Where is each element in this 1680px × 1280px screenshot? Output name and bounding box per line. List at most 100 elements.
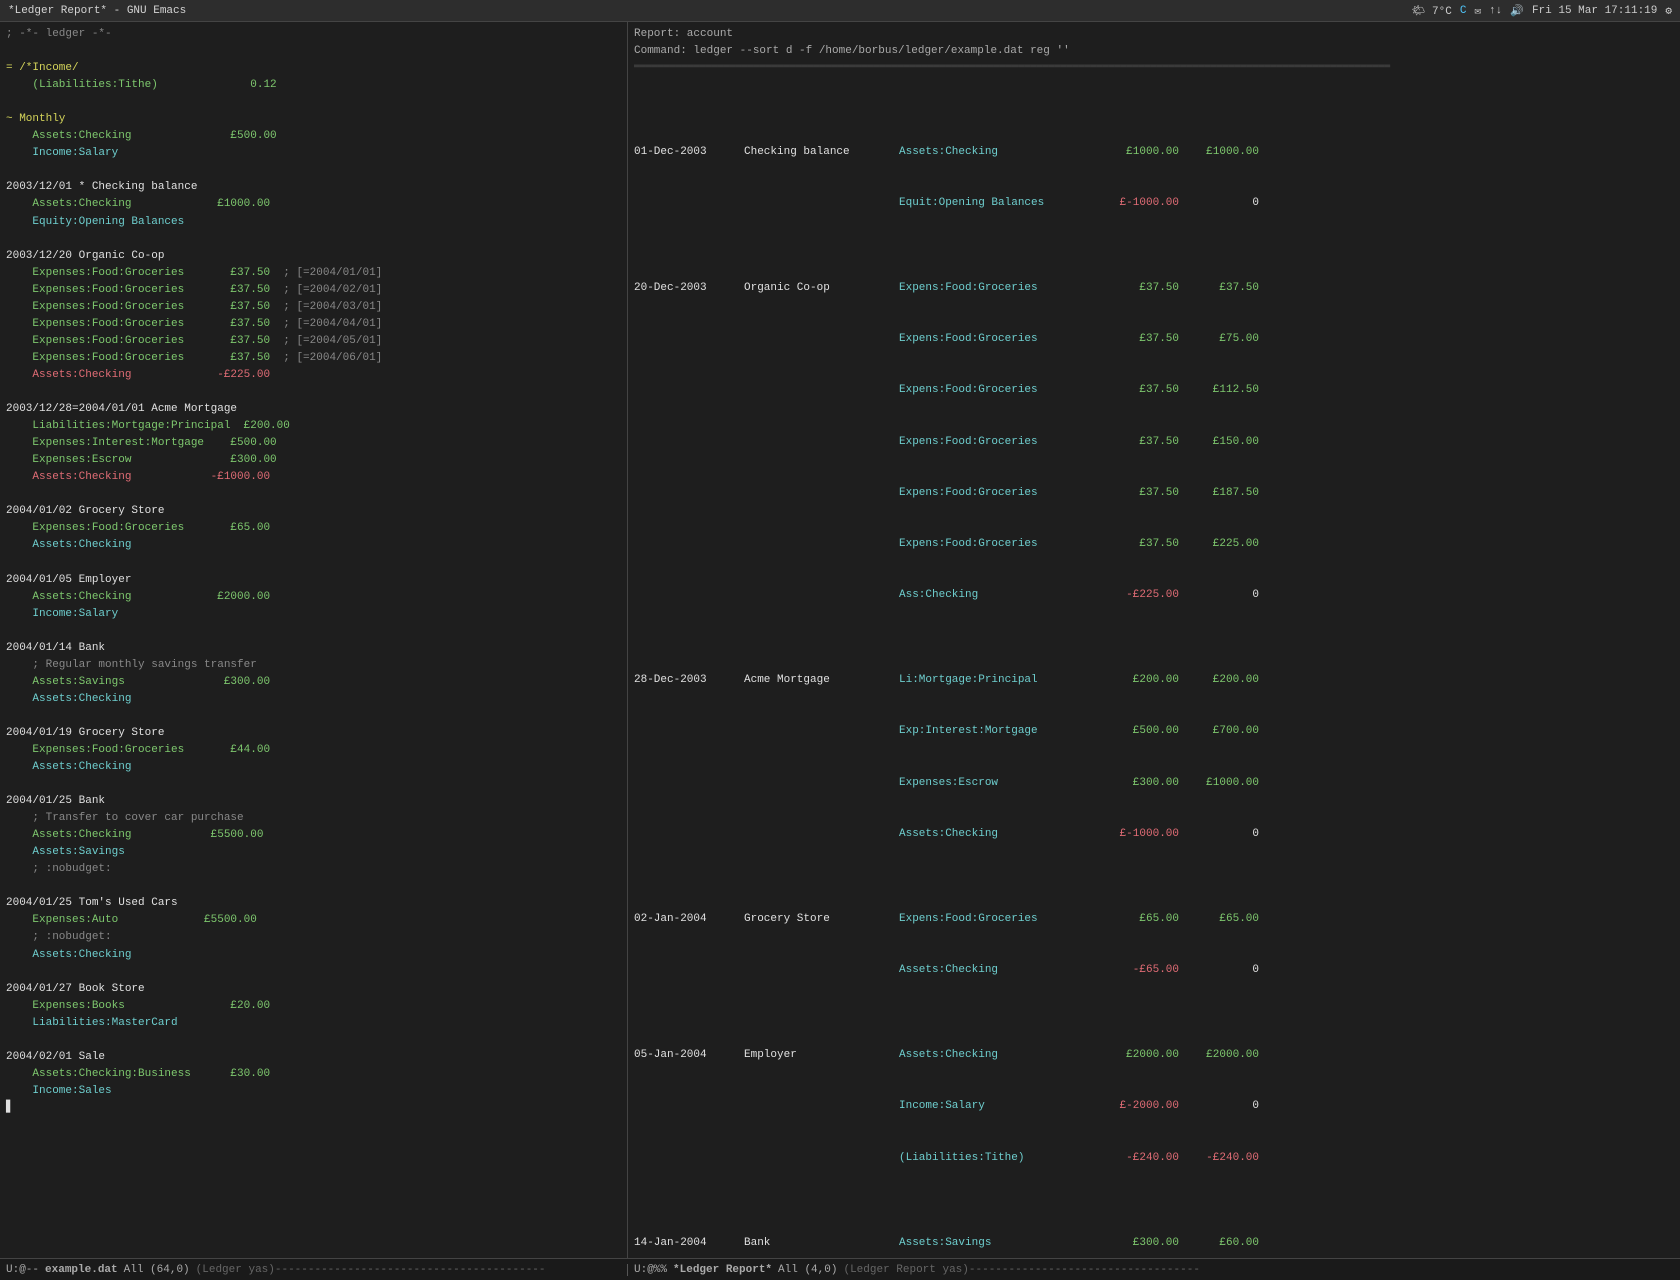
code-line: ; :nobudget: — [6, 861, 621, 878]
code-line: 2003/12/28=2004/01/01 Acme Mortgage — [6, 401, 621, 418]
window-title: *Ledger Report* - GNU Emacs — [8, 5, 186, 17]
table-row: Expens:Food:Groceries £37.50 £112.50 — [634, 382, 1674, 399]
table-row: 28-Dec-2003 Acme Mortgage Li:Mortgage:Pr… — [634, 672, 1674, 689]
code-line: Assets:Checking — [6, 537, 621, 554]
code-line: Expenses:Food:Groceries £37.50 ; [=2004/… — [6, 350, 621, 367]
code-line: Assets:Checking £500.00 — [6, 128, 621, 145]
code-line: Assets:Checking -£225.00 — [6, 367, 621, 384]
code-line — [6, 623, 621, 640]
code-line: 2004/01/19 Grocery Store — [6, 725, 621, 742]
code-line: Liabilities:Mortgage:Principal £200.00 — [6, 418, 621, 435]
code-line: ~ Monthly — [6, 111, 621, 128]
code-line: Income:Salary — [6, 606, 621, 623]
code-line: Equity:Opening Balances — [6, 214, 621, 231]
statusbar: U:@-- example.dat All (64,0) (Ledger yas… — [0, 1258, 1680, 1280]
code-line — [6, 708, 621, 725]
code-line — [6, 964, 621, 981]
table-row: Exp:Interest:Mortgage £500.00 £700.00 — [634, 723, 1674, 740]
code-line: Assets:Checking — [6, 759, 621, 776]
code-line — [6, 231, 621, 248]
right-report-pane: Report: account Command: ledger --sort d… — [628, 22, 1680, 1258]
code-line — [6, 1032, 621, 1049]
code-line: Assets:Checking £5500.00 — [6, 827, 621, 844]
code-line: Assets:Checking £1000.00 — [6, 196, 621, 213]
table-row: Income:Salary £-2000.00 0 — [634, 1098, 1674, 1115]
code-line: Assets:Checking — [6, 947, 621, 964]
network-icon: ↑↓ — [1489, 5, 1502, 17]
statusbar-info-left: All (64,0) — [124, 1264, 190, 1276]
code-line: = /*Income/ — [6, 60, 621, 77]
statusbar-right: U:@%% *Ledger Report* All (4,0) (Ledger … — [628, 1264, 1680, 1276]
code-line: ; :nobudget: — [6, 929, 621, 946]
code-line: Expenses:Food:Groceries £37.50 ; [=2004/… — [6, 333, 621, 350]
table-row: Expens:Food:Groceries £37.50 £150.00 — [634, 434, 1674, 451]
table-row: Expens:Food:Groceries £37.50 £225.00 — [634, 536, 1674, 553]
code-line: (Liabilities:Tithe) 0.12 — [6, 77, 621, 94]
code-line: Expenses:Food:Groceries £37.50 ; [=2004/… — [6, 282, 621, 299]
code-line: Assets:Checking:Business £30.00 — [6, 1066, 621, 1083]
code-line: 2004/01/05 Employer — [6, 572, 621, 589]
email-icon: ✉ — [1474, 4, 1481, 18]
code-line — [6, 776, 621, 793]
report-table: 01-Dec-2003 Checking balance Assets:Chec… — [634, 76, 1674, 1258]
code-line — [6, 384, 621, 401]
left-editor-pane[interactable]: ; -*- ledger -*- = /*Income/ (Liabilitie… — [0, 22, 628, 1258]
statusbar-mode-left: U:@-- — [6, 1264, 39, 1276]
statusbar-left: U:@-- example.dat All (64,0) (Ledger yas… — [0, 1264, 628, 1276]
report-header-line2: Command: ledger --sort d -f /home/borbus… — [634, 43, 1674, 60]
statusbar-filename-right: *Ledger Report* — [673, 1264, 772, 1276]
code-line: ; Transfer to cover car purchase — [6, 810, 621, 827]
statusbar-filename-left: example.dat — [45, 1264, 118, 1276]
table-row: Ass:Checking -£225.00 0 — [634, 587, 1674, 604]
code-line — [6, 486, 621, 503]
refresh-icon[interactable]: C — [1460, 5, 1467, 17]
code-line: 2004/02/01 Sale — [6, 1049, 621, 1066]
code-line: Expenses:Interest:Mortgage £500.00 — [6, 435, 621, 452]
statusbar-extra-right: (Ledger Report yas)---------------------… — [843, 1264, 1199, 1276]
code-line — [6, 554, 621, 571]
code-line: ; Regular monthly savings transfer — [6, 657, 621, 674]
code-line: Income:Salary — [6, 145, 621, 162]
code-line: 2004/01/14 Bank — [6, 640, 621, 657]
code-line: 2004/01/02 Grocery Store — [6, 503, 621, 520]
datetime: Fri 15 Mar 17:11:19 — [1532, 5, 1657, 17]
table-row: 01-Dec-2003 Checking balance Assets:Chec… — [634, 144, 1674, 161]
table-row: Expens:Food:Groceries £37.50 £75.00 — [634, 331, 1674, 348]
code-line: Liabilities:MasterCard — [6, 1015, 621, 1032]
table-row: Assets:Checking -£65.00 0 — [634, 962, 1674, 979]
table-row: Assets:Checking £-1000.00 0 — [634, 826, 1674, 843]
code-line: 2003/12/01 * Checking balance — [6, 179, 621, 196]
code-line: ; -*- ledger -*- — [6, 26, 621, 43]
code-line: Income:Sales — [6, 1083, 621, 1100]
code-line: 2004/01/25 Bank — [6, 793, 621, 810]
code-line — [6, 43, 621, 60]
table-row: 14-Jan-2004 Bank Assets:Savings £300.00 … — [634, 1235, 1674, 1252]
report-separator: ════════════════════════════════════════… — [634, 60, 1674, 76]
table-row: 05-Jan-2004 Employer Assets:Checking £20… — [634, 1047, 1674, 1064]
table-row: Expens:Food:Groceries £37.50 £187.50 — [634, 485, 1674, 502]
code-line: 2003/12/20 Organic Co-op — [6, 248, 621, 265]
code-line — [6, 94, 621, 111]
code-line: Assets:Checking -£1000.00 — [6, 469, 621, 486]
report-header-line1: Report: account — [634, 26, 1674, 43]
code-line — [6, 162, 621, 179]
code-line: Expenses:Food:Groceries £65.00 — [6, 520, 621, 537]
volume-icon: 🔊 — [1510, 4, 1524, 18]
code-line: Expenses:Food:Groceries £44.00 — [6, 742, 621, 759]
code-line: Expenses:Food:Groceries £37.50 ; [=2004/… — [6, 265, 621, 282]
table-row: 20-Dec-2003 Organic Co-op Expens:Food:Gr… — [634, 280, 1674, 297]
code-line: Assets:Savings £300.00 — [6, 674, 621, 691]
table-row: (Liabilities:Tithe) -£240.00 -£240.00 — [634, 1150, 1674, 1167]
statusbar-mode-right: U:@%% — [634, 1264, 667, 1276]
settings-icon[interactable]: ⚙ — [1665, 4, 1672, 18]
code-line: Assets:Checking £2000.00 — [6, 589, 621, 606]
code-line: Expenses:Food:Groceries £37.50 ; [=2004/… — [6, 316, 621, 333]
main-container: ; -*- ledger -*- = /*Income/ (Liabilitie… — [0, 22, 1680, 1258]
code-line: 2004/01/25 Tom's Used Cars — [6, 895, 621, 912]
table-row: 02-Jan-2004 Grocery Store Expens:Food:Gr… — [634, 911, 1674, 928]
titlebar-right-icons: 🌤 7°C C ✉ ↑↓ 🔊 Fri 15 Mar 17:11:19 ⚙ — [1411, 4, 1672, 18]
table-row: Expenses:Escrow £300.00 £1000.00 — [634, 775, 1674, 792]
statusbar-info-right: All (4,0) — [778, 1264, 837, 1276]
table-row: Equit:Opening Balances £-1000.00 0 — [634, 195, 1674, 212]
code-line: Assets:Checking — [6, 691, 621, 708]
